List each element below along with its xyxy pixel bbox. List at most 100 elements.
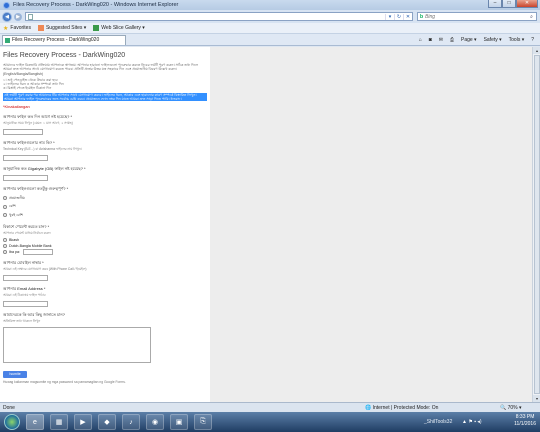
- option-label: Bkash: [9, 238, 19, 243]
- tray-icons[interactable]: ▲ ⚑ ▪ ◂): [462, 419, 482, 425]
- favorites-label: Favorites: [10, 25, 31, 31]
- taskbar-copy-icon[interactable]: ⎘: [194, 414, 212, 430]
- question-8-hint: অতিরিক্ত তথ্য থাকলে লিখুন: [3, 319, 41, 324]
- minimize-button[interactable]: –: [488, 0, 502, 8]
- search-input[interactable]: [425, 13, 527, 20]
- taskbar-tool-icon[interactable]: ◉: [146, 414, 164, 430]
- taskbar-explorer-icon[interactable]: ▦: [50, 414, 68, 430]
- zoom-label: 70%: [507, 404, 518, 411]
- back-button[interactable]: ◀: [2, 11, 12, 22]
- zoom-level[interactable]: 🔍 70% ▾: [500, 405, 522, 411]
- tools-menu[interactable]: Tools ▾: [509, 37, 525, 43]
- favorites-button[interactable]: ★ Favorites: [3, 25, 31, 32]
- security-zone-label: Internet | Protected Mode: On: [372, 404, 439, 411]
- question-1-hint: আনুমানিক সময় লিখুন (যেমন: ১ মাস আগে, ২ …: [3, 121, 73, 126]
- page-menu[interactable]: Page ▾: [461, 37, 477, 43]
- option-label: Iba pa:: [9, 250, 20, 255]
- question-3: আনুমানিক কত Gigabyte (GB) ফাইল নষ্ট হয়ে…: [3, 166, 86, 172]
- taskbar-ie-icon[interactable]: e: [26, 414, 44, 430]
- taskbar: e ▦ ▶ ◆ ♪ ◉ ▣ ⎘ _ShilTools32 ▲ ⚑ ▪ ◂) 8:…: [0, 412, 540, 432]
- scroll-up-icon[interactable]: ▴: [533, 47, 540, 54]
- suggested-sites-label: Suggested Sites ▾: [45, 25, 87, 31]
- google-form: Files Recovery Process - DarkWing020 আমা…: [0, 47, 210, 402]
- taskbar-window-icon[interactable]: ▣: [170, 414, 188, 430]
- clock-date: 11/1/2016: [514, 421, 536, 427]
- taskbar-app-icon[interactable]: ◆: [98, 414, 116, 430]
- search-icon[interactable]: ⌕: [527, 14, 536, 20]
- web-slice-label: Web Slice Gallery ▾: [101, 25, 145, 31]
- radio-option[interactable]: Bkash: [3, 238, 207, 243]
- question-1: আপনার ফাইল কত দিন আগে নষ্ট হয়েছে? *: [3, 114, 73, 120]
- favorites-bar: ★ Favorites Suggested Sites ▾ Web Slice …: [0, 23, 540, 34]
- scroll-thumb[interactable]: [534, 55, 540, 394]
- question-5: বিকাশে পেমেন্ট করতে চান? *: [3, 223, 50, 229]
- form-footer: Huwag kailanman magsumite ng mga passwor…: [3, 380, 126, 385]
- email-field[interactable]: [3, 301, 48, 308]
- security-zone: 🌐 Internet | Protected Mode: On: [365, 404, 439, 411]
- question-2-input[interactable]: [3, 155, 48, 162]
- radio-option[interactable]: Dutch-Bangla Mobile Bank: [3, 243, 207, 248]
- address-bar: ◀ ▶ ▾ ↻ ✕ b ⌕: [0, 10, 540, 23]
- radio-option[interactable]: বেশি: [3, 203, 207, 210]
- mail-icon[interactable]: ✉: [439, 37, 443, 43]
- question-1-input[interactable]: [3, 129, 43, 136]
- other-input[interactable]: [23, 249, 53, 256]
- question-3-input[interactable]: [3, 175, 48, 182]
- clock-time: 8:33 PM: [515, 414, 535, 420]
- bing-icon: b: [420, 13, 424, 20]
- message-textarea[interactable]: [3, 327, 151, 364]
- maximize-button[interactable]: □: [502, 0, 516, 8]
- submit-button[interactable]: Isumite: [3, 371, 27, 379]
- close-button[interactable]: ✕: [516, 0, 538, 8]
- option-label: প্রয়োজনীয়: [9, 195, 25, 200]
- radio-option[interactable]: প্রয়োজনীয়: [3, 195, 207, 202]
- option-label: বেশি: [9, 204, 16, 209]
- home-icon[interactable]: ⌂: [419, 37, 422, 43]
- web-slice-gallery-link[interactable]: Web Slice Gallery ▾: [89, 25, 145, 31]
- url-field[interactable]: ▾ ↻ ✕: [25, 12, 413, 21]
- radio-icon: [3, 196, 7, 201]
- question-2-hint: Technical Key (B.E...) বা Anisharma ফাইল…: [3, 147, 82, 152]
- form-note-3: ৩। রিপ্লাই পেতে ইমেইল ঠিকানা দিন: [3, 86, 52, 91]
- taskbar-media-icon[interactable]: ▶: [74, 414, 92, 430]
- star-icon: ★: [3, 25, 9, 32]
- selected-text: এই ফর্মটি পূরণ করার পর আমাদের টিম আপনার …: [3, 92, 207, 102]
- question-5-hint: আপনার পেমেন্ট মাধ্যম নির্বাচন করুন: [3, 230, 51, 235]
- suggested-sites-link[interactable]: Suggested Sites ▾: [34, 25, 86, 31]
- tab-files-recovery[interactable]: Files Recovery Process - DarkWing020: [2, 34, 126, 45]
- question-4: আপনার ফাইলগুলো কতটুকু গুরুত্বপূর্ণ? *: [3, 186, 69, 192]
- dropdown-icon[interactable]: ▾: [385, 13, 394, 20]
- help-icon[interactable]: ?: [531, 37, 534, 43]
- option-label: Dutch-Bangla Mobile Bank: [9, 243, 52, 248]
- refresh-icon[interactable]: ↻: [394, 13, 403, 20]
- scrollbar[interactable]: ▴ ▾: [532, 47, 540, 402]
- radio-option-other[interactable]: Iba pa:: [3, 249, 207, 256]
- taskbar-music-icon[interactable]: ♪: [122, 414, 140, 430]
- scroll-down-icon[interactable]: ▾: [533, 395, 540, 402]
- radio-icon: [3, 243, 7, 248]
- radio-icon: [3, 204, 7, 209]
- search-box[interactable]: b ⌕: [417, 12, 537, 21]
- clock[interactable]: 8:33 PM 11/1/2016: [514, 414, 536, 428]
- phone-input[interactable]: [3, 275, 48, 282]
- window-title-bar: Files Recovery Process - DarkWing020 - W…: [0, 0, 540, 10]
- radio-icon: [3, 250, 7, 255]
- stop-icon[interactable]: ✕: [403, 13, 412, 20]
- form-title: Files Recovery Process - DarkWing020: [3, 52, 126, 59]
- question-8: আমাদেরকে কি আর কিছু জানাতে চান?: [3, 312, 65, 318]
- form-intro: আমাদের ফাইল রিকভারি প্রক্রিয়ায় আপনাকে …: [3, 63, 199, 76]
- print-icon[interactable]: ⎙: [450, 37, 454, 43]
- suggested-sites-icon: [37, 25, 44, 31]
- page-icon: [28, 13, 33, 20]
- command-bar: ⌂ ◙ ✉ ⎙ Page ▾ Safety ▾ Tools ▾ ?: [412, 34, 534, 46]
- window-title: Files Recovery Process - DarkWing020 - W…: [13, 2, 179, 8]
- safety-menu[interactable]: Safety ▾: [484, 37, 502, 43]
- web-slice-icon: [93, 25, 100, 31]
- forms-icon: [5, 37, 10, 43]
- page-viewport: Files Recovery Process - DarkWing020 আমা…: [0, 47, 540, 402]
- radio-option[interactable]: খুবই বেশি: [3, 212, 207, 219]
- tab-bar: Files Recovery Process - DarkWing020 ⌂ ◙…: [0, 34, 540, 46]
- feeds-icon[interactable]: ◙: [429, 37, 432, 43]
- start-button[interactable]: [4, 414, 20, 430]
- forward-button[interactable]: ▶: [14, 12, 22, 21]
